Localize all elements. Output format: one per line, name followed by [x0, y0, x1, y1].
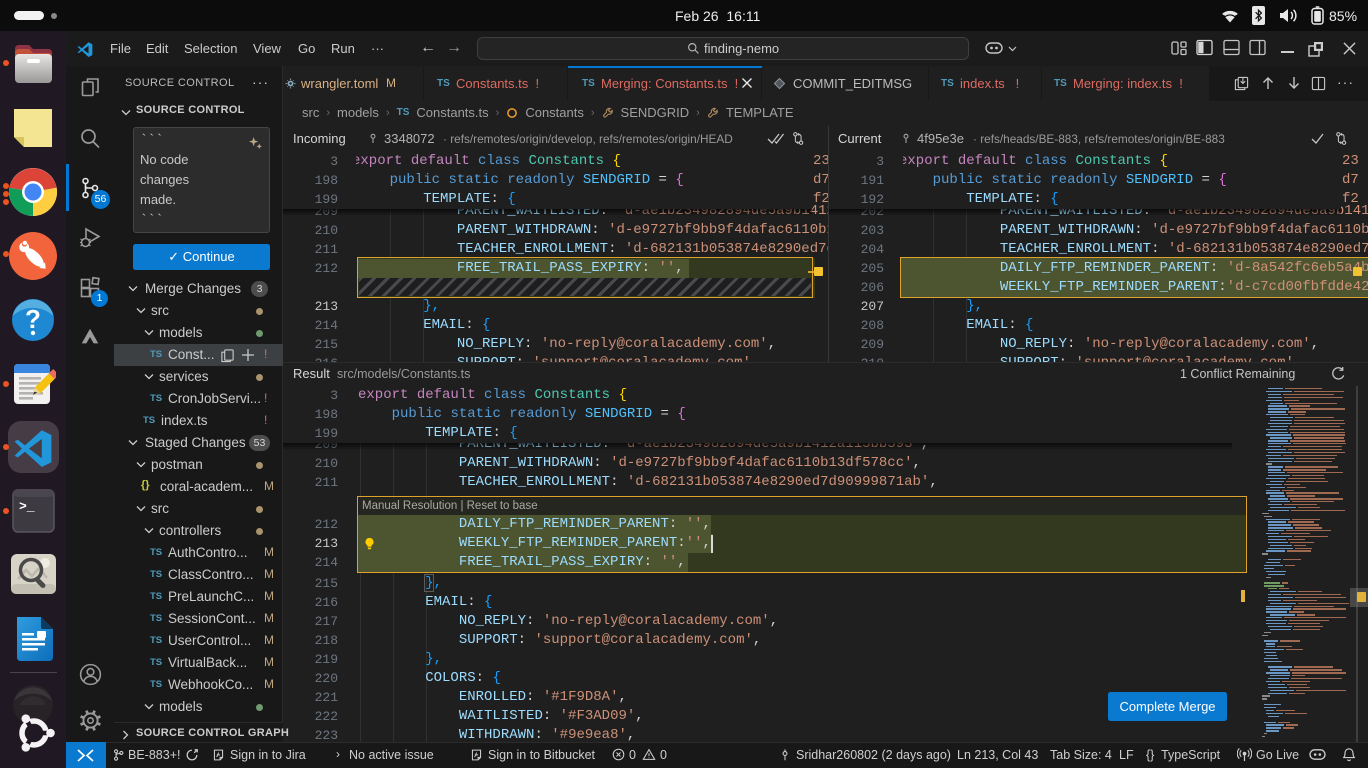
svg-text:>_: >_: [19, 499, 35, 514]
svg-text:?: ?: [25, 304, 41, 334]
